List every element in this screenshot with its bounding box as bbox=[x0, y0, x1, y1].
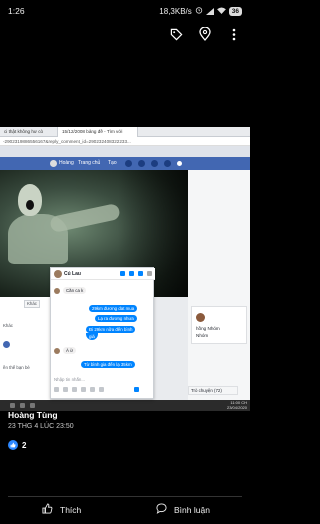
messenger-icon bbox=[138, 160, 145, 167]
like-button-label: Thích bbox=[60, 504, 82, 515]
nav-create: Tạo bbox=[108, 160, 117, 166]
chat-message: Lạ ra đương nhưa bbox=[95, 315, 137, 323]
avatar bbox=[196, 313, 205, 322]
thumbs-up-icon bbox=[8, 440, 18, 450]
browser-icon bbox=[20, 403, 25, 408]
notifications-icon bbox=[151, 160, 158, 167]
image-icon bbox=[54, 387, 59, 392]
like-icon bbox=[134, 387, 139, 392]
chat-message: À ừ bbox=[63, 347, 77, 355]
settings-icon bbox=[138, 271, 143, 276]
like-button[interactable]: Thích bbox=[42, 503, 81, 516]
sticker-icon bbox=[63, 387, 68, 392]
avatar bbox=[54, 270, 62, 278]
group-card: hồng Nhóm Nhóm bbox=[191, 306, 247, 344]
chat-message: Căn ca k bbox=[63, 287, 87, 295]
chat-header: Cú Lau bbox=[51, 268, 155, 280]
status-indicators: 18,3KB/s 36 bbox=[159, 6, 242, 16]
avatar bbox=[54, 288, 60, 294]
post-author[interactable]: Hoàng Tùng bbox=[8, 410, 58, 420]
avatar bbox=[3, 341, 10, 348]
close-icon bbox=[147, 271, 152, 276]
comment-button[interactable]: Bình luận bbox=[156, 503, 210, 516]
chat-message: giá bbox=[86, 333, 98, 341]
chat-toolbar bbox=[54, 387, 139, 392]
battery-indicator: 36 bbox=[228, 6, 242, 16]
status-bar: 1:26 18,3KB/s 36 bbox=[0, 0, 250, 22]
phone-icon bbox=[129, 271, 134, 276]
like-count: 2 bbox=[22, 440, 27, 450]
nav-home: Trang chủ bbox=[78, 160, 101, 166]
start-icon bbox=[10, 403, 15, 408]
divider bbox=[8, 496, 242, 497]
gif-icon bbox=[72, 387, 77, 392]
location-pin-icon[interactable] bbox=[197, 26, 213, 42]
viewer-toolbar bbox=[0, 22, 250, 46]
thumbs-up-outline-icon bbox=[42, 503, 53, 516]
post-date: 23 THG 4 LÚC 23:50 bbox=[8, 423, 74, 430]
browser-tabbar: ci thật không hư cò 15/12/2008 bảng đề -… bbox=[0, 127, 250, 137]
tag-icon[interactable] bbox=[168, 26, 184, 42]
group-label: Nhóm bbox=[196, 333, 209, 338]
video-call-icon bbox=[120, 271, 125, 276]
figure-mouth bbox=[26, 200, 34, 210]
comment-button-label: Bình luận bbox=[174, 504, 210, 515]
folder-icon bbox=[30, 403, 35, 408]
right-sidebar: hồng Nhóm Nhóm bbox=[188, 170, 250, 400]
messenger-chat-window: Cú Lau Căn ca k 29km đương dat mua Lạ ra… bbox=[50, 267, 155, 399]
chat-sidebar-tab: Trò chuyện (72) bbox=[188, 386, 238, 395]
alarm-icon bbox=[195, 6, 203, 16]
friends-icon bbox=[125, 160, 132, 167]
chat-header-icons bbox=[120, 270, 152, 276]
chat-message-input: Nhập tin nhắn... bbox=[54, 377, 86, 382]
emoji-icon bbox=[81, 387, 86, 392]
chat-message: 29km đương dat mua bbox=[89, 305, 138, 313]
like-label: Khác bbox=[3, 323, 14, 328]
reaction-summary[interactable]: 2 bbox=[8, 440, 26, 450]
attach-icon bbox=[90, 387, 95, 392]
group-name: hồng Nhóm bbox=[196, 326, 220, 331]
avatar bbox=[54, 348, 60, 354]
nav-user: Hoàng bbox=[59, 160, 74, 166]
comment-icon bbox=[156, 503, 167, 516]
wifi-icon bbox=[216, 6, 226, 16]
clock-date: 23/04/2020 bbox=[226, 405, 247, 410]
other-button: Khác bbox=[24, 300, 41, 308]
left-post-card: Khác ền thế bạn bè bbox=[0, 297, 50, 400]
taskbar-icons bbox=[10, 403, 35, 408]
chat-contact-name: Cú Lau bbox=[64, 271, 81, 277]
browser-tab: ci thật không hư cò bbox=[0, 127, 58, 137]
help-icon bbox=[164, 160, 171, 167]
signal-icon bbox=[205, 7, 214, 15]
taskbar-clock: 11:00 CH 23/04/2020 bbox=[227, 400, 247, 410]
figure-arm bbox=[49, 202, 121, 234]
camera-icon bbox=[99, 387, 104, 392]
dropdown-icon bbox=[177, 161, 182, 166]
network-speed: 18,3KB/s bbox=[159, 6, 192, 16]
facebook-navbar: Hoàng Trang chủ Tạo bbox=[0, 157, 250, 170]
avatar bbox=[50, 160, 57, 167]
chat-message: Từ bình gia đến lạ 35km bbox=[81, 361, 135, 369]
status-time: 1:26 bbox=[8, 6, 25, 16]
browser-address-bar: -2902319886556167&reply_comment_id=29023… bbox=[0, 137, 250, 146]
browser-tab: 15/12/2008 bảng đề - Tìm với bbox=[58, 127, 138, 137]
comment-prompt: ền thế bạn bè bbox=[3, 365, 30, 370]
more-vertical-icon[interactable] bbox=[226, 26, 242, 42]
